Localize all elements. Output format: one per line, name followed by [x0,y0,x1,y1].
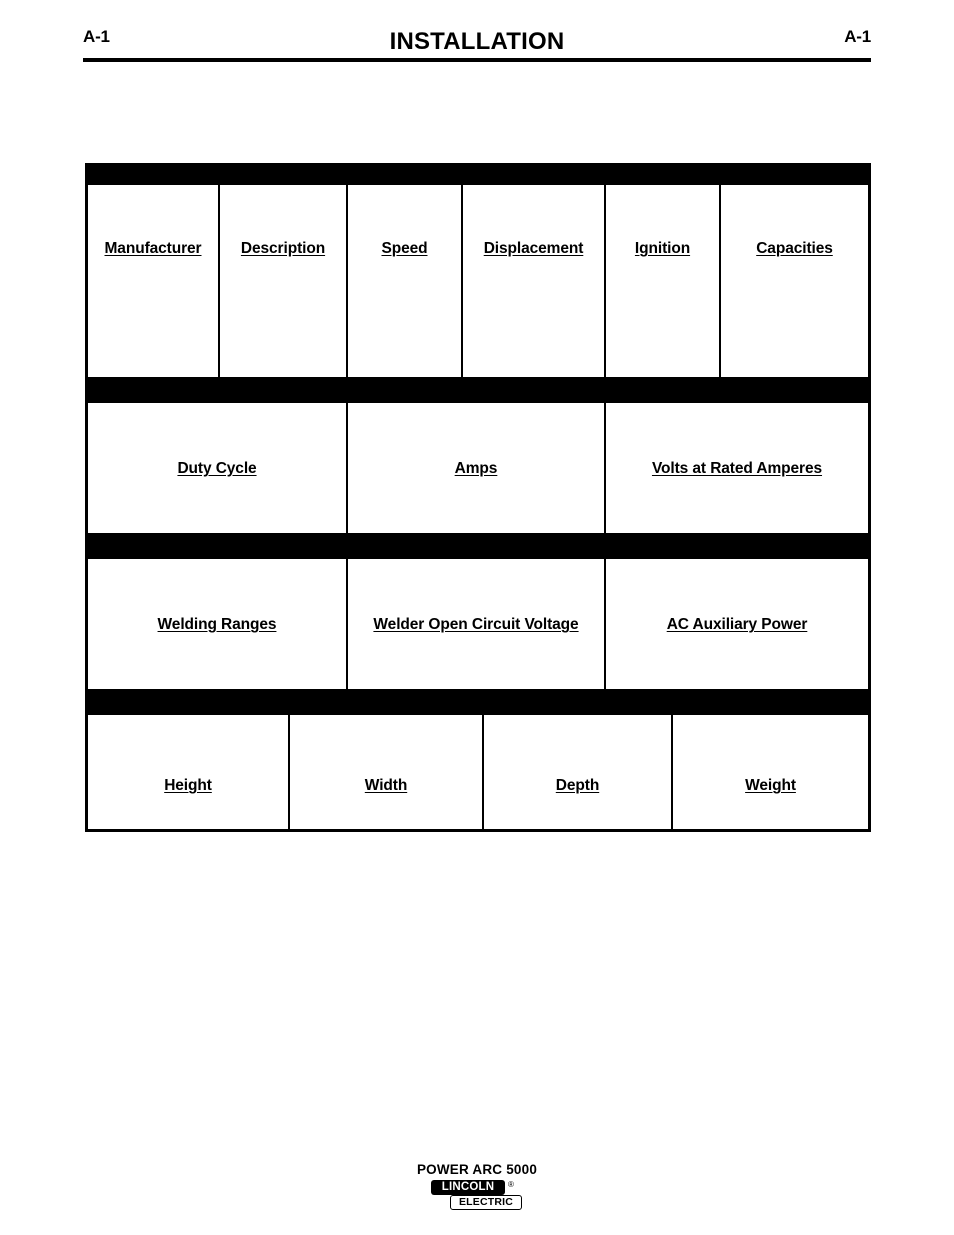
section-title-bar-physical-dimensions [85,692,871,715]
cell-width: Width [290,715,484,829]
cell-displacement: Displacement [463,185,606,377]
cell-manufacturer: Manufacturer [88,185,220,377]
spec-block-physical-dimensions: Height Width Depth Weight [85,692,871,832]
cell-welding-ranges: Welding Ranges [88,559,348,689]
cell-label-volts-at-rated-amperes: Volts at Rated Amperes [651,460,823,477]
cell-label-duty-cycle: Duty Cycle [177,460,257,477]
cell-label-ignition: Ignition [634,240,691,257]
header-divider-rule [83,58,871,62]
cell-label-amps: Amps [454,460,498,477]
cell-volts-at-rated-amperes: Volts at Rated Amperes [606,403,868,533]
cell-label-capacities: Capacities [756,240,833,257]
registered-trademark-icon: ® [508,1180,514,1189]
cell-label-speed: Speed [381,240,428,257]
cell-label-welder-open-circuit-voltage: Welder Open Circuit Voltage [373,616,579,633]
page-header: A-1 INSTALLATION A-1 [0,0,954,70]
cell-label-depth: Depth [555,777,600,794]
cell-description: Description [220,185,348,377]
section-title-bar-output-ranges [85,536,871,559]
section-title-bar-rated-output [85,380,871,403]
technical-specifications: Manufacturer Description Speed Displacem… [85,163,871,832]
page-title: INSTALLATION [389,28,565,55]
cell-label-ac-auxiliary-power: AC Auxiliary Power [666,616,808,633]
spec-block-output-ranges: Welding Ranges Welder Open Circuit Volta… [85,536,871,692]
cell-ac-auxiliary-power: AC Auxiliary Power [606,559,868,689]
cell-label-weight: Weight [745,777,796,794]
table-row-physical-dimensions: Height Width Depth Weight [85,715,871,832]
cell-welder-open-circuit-voltage: Welder Open Circuit Voltage [348,559,606,689]
spec-block-engine-specifications: Manufacturer Description Speed Displacem… [85,163,871,380]
cell-label-displacement: Displacement [483,240,584,257]
table-row-output-ranges: Welding Ranges Welder Open Circuit Volta… [85,559,871,692]
cell-capacities: Capacities [721,185,868,377]
cell-amps: Amps [348,403,606,533]
cell-label-description: Description [240,240,326,257]
cell-label-height: Height [164,777,212,794]
page-footer: POWER ARC 5000 LINCOLN ® ELECTRIC [0,1162,954,1218]
cell-weight: Weight [673,715,868,829]
table-row-rated-output: Duty Cycle Amps Volts at Rated Amperes [85,403,871,536]
spec-block-rated-output: Duty Cycle Amps Volts at Rated Amperes [85,380,871,536]
footer-model-name: POWER ARC 5000 [416,1162,538,1177]
cell-speed: Speed [348,185,463,377]
page-number-right: A-1 [844,27,871,46]
logo-wordmark-lincoln: LINCOLN [431,1180,505,1195]
cell-ignition: Ignition [606,185,721,377]
logo-wordmark-electric: ELECTRIC [450,1195,522,1210]
section-title-bar-engine [85,163,871,185]
table-row-engine: Manufacturer Description Speed Displacem… [85,185,871,380]
cell-height: Height [88,715,290,829]
cell-label-width: Width [364,777,408,794]
cell-label-welding-ranges: Welding Ranges [157,616,277,633]
cell-depth: Depth [484,715,673,829]
cell-duty-cycle: Duty Cycle [88,403,348,533]
lincoln-electric-logo: LINCOLN ® ELECTRIC [431,1180,523,1213]
cell-label-manufacturer: Manufacturer [104,240,202,257]
